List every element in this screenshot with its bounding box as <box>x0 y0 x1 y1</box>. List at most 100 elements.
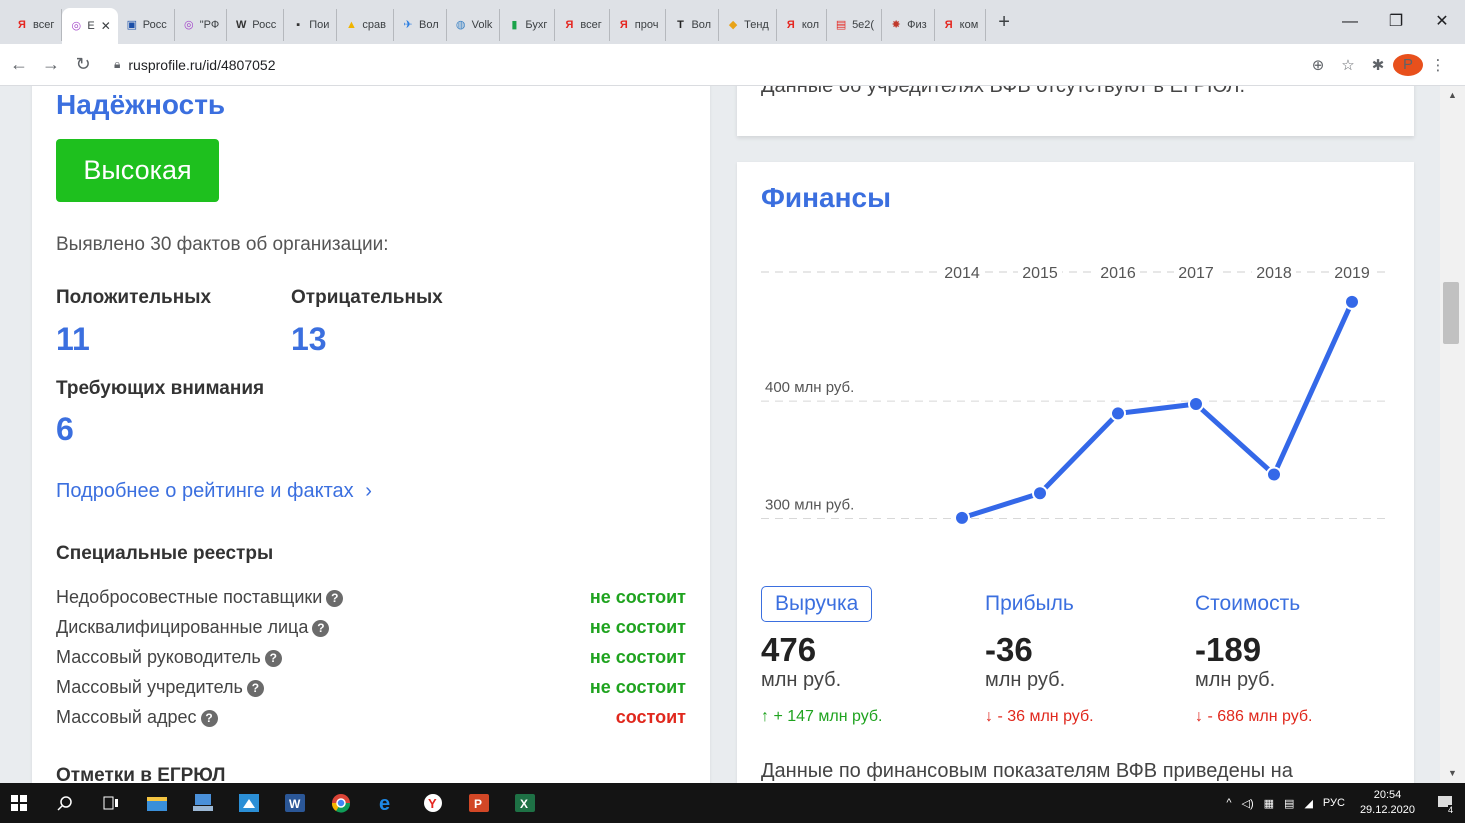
reload-button[interactable]: ↻ <box>70 54 96 75</box>
word-icon[interactable]: W <box>276 783 314 823</box>
browser-tab[interactable]: ▮ Бухг <box>500 9 556 41</box>
file-explorer-icon[interactable] <box>138 783 176 823</box>
minimize-button[interactable]: — <box>1327 0 1373 44</box>
volume-icon[interactable]: ◁) <box>1242 797 1254 810</box>
extensions-icon[interactable]: ✱ <box>1363 56 1393 74</box>
chrome-icon[interactable] <box>322 783 360 823</box>
browser-tab[interactable]: Явсег <box>8 9 63 41</box>
browser-tab[interactable]: ◍ Volk <box>447 9 501 41</box>
browser-toolbar: ← → ↻ 🔒︎ rusprofile.ru/id/4807052 ⊕ ☆ ✱ … <box>0 44 1465 86</box>
browser-tab[interactable]: ▣ Росс <box>118 9 175 41</box>
scroll-up-icon[interactable]: ▲ <box>1440 90 1465 100</box>
browser-tab[interactable]: T Вол <box>666 9 720 41</box>
wifi-icon[interactable]: ◢ <box>1304 797 1312 810</box>
tab-label: Е <box>87 20 95 32</box>
registry-row: Массовый адрес? состоит <box>56 707 686 728</box>
svg-text:P: P <box>474 797 482 811</box>
network-app-icon[interactable] <box>184 783 222 823</box>
browser-tab[interactable]: ▤ 5e2( <box>827 9 883 41</box>
registry-row: Недобросовестные поставщики? не состоит <box>56 587 686 608</box>
forward-button[interactable]: → <box>38 54 64 75</box>
help-icon[interactable]: ? <box>264 650 282 667</box>
clock[interactable]: 20:54 29.12.2020 <box>1360 788 1415 818</box>
browser-tab[interactable]: Япроч <box>610 9 667 41</box>
profile-avatar[interactable]: P <box>1393 53 1423 76</box>
data-point <box>1266 466 1282 483</box>
browser-tab[interactable]: ◎ Е ✕ <box>62 8 118 44</box>
registry-name: Массовый руководитель <box>56 647 261 667</box>
back-button[interactable]: ← <box>6 54 32 75</box>
data-point <box>1344 293 1360 310</box>
tab-label: кол <box>801 19 820 31</box>
svg-text:e: e <box>379 793 390 813</box>
y-tick-label: 300 млн руб. <box>765 497 854 514</box>
finance-tab[interactable]: Стоимость <box>1195 592 1300 616</box>
url-text: rusprofile.ru/id/4807052 <box>128 56 276 73</box>
task-view-icon[interactable] <box>92 783 130 823</box>
rating-details-link[interactable]: Подробнее о рейтинге и фактах › <box>56 480 372 503</box>
yandex-browser-icon[interactable]: Y <box>414 783 452 823</box>
x-tick-label: 2018 <box>1256 265 1292 282</box>
new-tab-button[interactable]: + <box>998 11 1010 34</box>
negative-label: Отрицательных <box>291 287 443 308</box>
help-icon[interactable]: ? <box>312 620 330 637</box>
close-window-button[interactable]: ✕ <box>1419 0 1465 44</box>
browser-tab[interactable]: ▪ Пои <box>284 9 338 41</box>
finance-tab[interactable]: Прибыль <box>985 592 1074 616</box>
browser-tab[interactable]: W Росс <box>227 9 285 41</box>
browser-tab[interactable]: ✈ Вол <box>394 9 447 41</box>
browser-tab[interactable]: ◎ "РФ <box>175 9 228 41</box>
address-bar[interactable]: 🔒︎ rusprofile.ru/id/4807052 <box>104 50 1295 80</box>
browser-tab[interactable]: ✸ Физ <box>882 9 935 41</box>
scroll-thumb[interactable] <box>1443 282 1459 344</box>
input-method-icon[interactable]: ▤ <box>1284 797 1294 810</box>
registry-status: не состоит <box>589 677 686 697</box>
facts-summary: Выявлено 30 фактов об организации: <box>56 234 389 255</box>
powerpoint-icon[interactable]: P <box>460 783 498 823</box>
revenue-series-line <box>959 299 1355 521</box>
excel-icon[interactable]: X <box>506 783 544 823</box>
presentation-app-icon[interactable] <box>230 783 268 823</box>
close-tab-icon[interactable]: ✕ <box>101 19 111 33</box>
registry-name: Недобросовестные поставщики <box>56 587 323 607</box>
t-icon: T <box>677 19 684 31</box>
registry-status: не состоит <box>589 617 686 637</box>
egrul-title: Отметки в ЕГРЮЛ <box>56 765 226 783</box>
registry-name: Массовый учредитель <box>56 677 243 697</box>
system-tray: ^ ◁) ▦ ▤ ◢ РУС 20:54 29.12.2020 4 <box>1221 783 1465 823</box>
help-icon[interactable]: ? <box>246 680 264 697</box>
browser-tab[interactable]: ▲ срав <box>337 9 394 41</box>
metric-unit: млн руб. <box>1195 669 1276 691</box>
edge-icon[interactable]: e <box>368 783 406 823</box>
zoom-icon[interactable]: ⊕ <box>1303 56 1333 74</box>
browser-tab[interactable]: Яком <box>935 9 987 41</box>
registries-title: Специальные реестры <box>56 543 274 564</box>
search-icon[interactable] <box>46 783 84 823</box>
rating-details-label: Подробнее о рейтинге и фактах <box>56 480 354 502</box>
menu-icon[interactable]: ⋮ <box>1423 56 1453 74</box>
registry-name-cell: Массовый руководитель? <box>56 647 282 668</box>
help-icon[interactable]: ? <box>326 590 344 607</box>
finance-tab[interactable]: Выручка <box>761 586 873 622</box>
browser-tab[interactable]: Якол <box>777 9 828 41</box>
help-icon[interactable]: ? <box>200 710 218 727</box>
metric-delta: ↑ + 147 млн руб. <box>761 708 883 725</box>
bookmark-star-icon[interactable]: ☆ <box>1333 56 1363 74</box>
page-scrollbar[interactable] <box>1440 86 1465 783</box>
registry-name-cell: Дисквалифицированные лица? <box>56 617 330 638</box>
notifications-icon[interactable]: 4 <box>1430 794 1460 815</box>
x-tick-label: 2014 <box>944 265 980 282</box>
tray-chevron-icon[interactable]: ^ <box>1226 797 1231 809</box>
clock-date: 29.12.2020 <box>1359 804 1415 816</box>
start-icon[interactable] <box>0 783 38 823</box>
browser-tab[interactable]: ◆ Тенд <box>719 9 777 41</box>
language-indicator[interactable]: РУС <box>1323 797 1345 809</box>
scroll-down-icon[interactable]: ▼ <box>1440 768 1465 778</box>
browser-tab[interactable]: Явсег <box>555 9 610 41</box>
network-status-icon[interactable]: ▦ <box>1264 797 1274 810</box>
plane-icon: ✈ <box>403 19 413 31</box>
restore-button[interactable]: ❐ <box>1373 0 1419 44</box>
rbc-icon: ▪ <box>296 19 301 31</box>
finance-footer-text: Данные по финансовым показателям ВФВ при… <box>761 760 1293 782</box>
registry-name: Дисквалифицированные лица <box>56 617 309 637</box>
